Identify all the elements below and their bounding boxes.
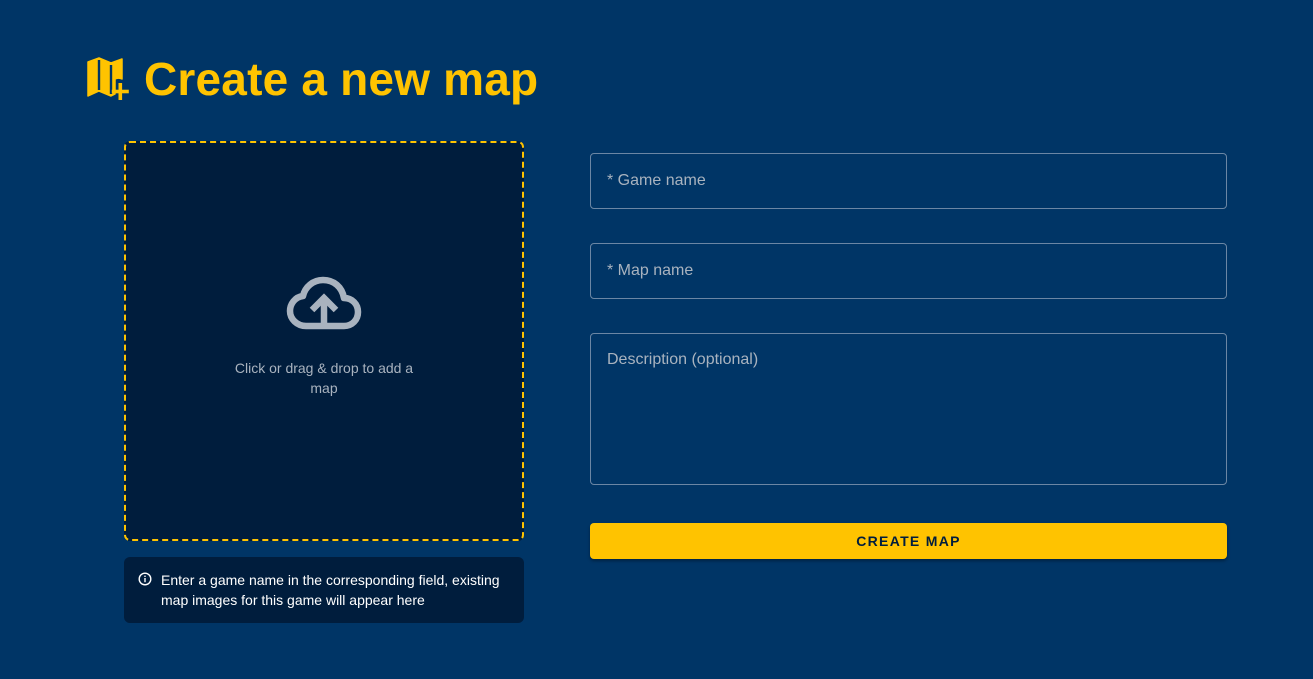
game-name-input[interactable] <box>590 153 1227 209</box>
map-name-input[interactable] <box>590 243 1227 299</box>
info-notice: Enter a game name in the corresponding f… <box>124 557 524 623</box>
page-title: Create a new map <box>144 53 539 105</box>
dropzone-label: Click or drag & drop to add a map <box>234 360 414 396</box>
info-text: Enter a game name in the corresponding f… <box>161 572 500 608</box>
map-upload-dropzone[interactable]: Click or drag & drop to add a map <box>124 141 524 541</box>
description-textarea[interactable] <box>590 333 1227 485</box>
create-map-button[interactable]: CREATE MAP <box>590 523 1227 559</box>
info-icon <box>138 572 152 586</box>
map-plus-icon <box>87 57 129 100</box>
create-map-page: Create a new map Click or drag & drop to… <box>0 0 1313 679</box>
page-header: Create a new map <box>86 56 538 102</box>
cloud-upload-icon <box>286 276 362 330</box>
